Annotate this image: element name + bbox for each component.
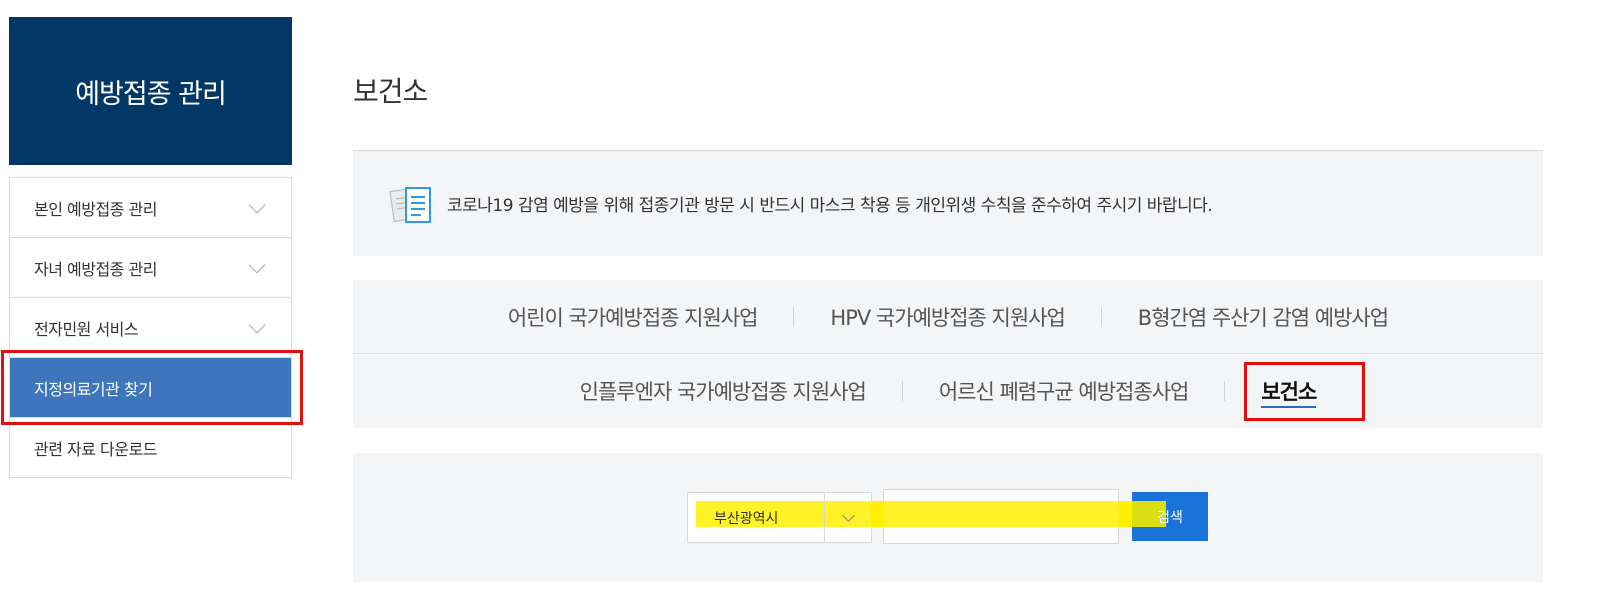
sidebar-item-downloads[interactable]: 관련 자료 다운로드 [10, 418, 291, 478]
region-select[interactable]: 부산광역시 [687, 492, 872, 543]
sidebar-item-my-vaccination[interactable]: 본인 예방접종 관리 [10, 178, 291, 238]
chevron-down-icon [841, 509, 855, 522]
notice-box: 코로나19 감염 예방을 위해 접종기관 방문 시 반드시 마스크 착용 등 개… [353, 150, 1543, 256]
sidebar-item-child-vaccination[interactable]: 자녀 예방접종 관리 [10, 238, 291, 298]
document-icon [389, 186, 431, 223]
sidebar-title: 예방접종 관리 [9, 17, 292, 165]
tab-pneumococcal[interactable]: 어르신 폐렴구균 예방접종사업 [903, 376, 1225, 406]
tab-row: 인플루엔자 국가예방접종 지원사업 어르신 폐렴구균 예방접종사업 보건소 [353, 354, 1543, 428]
page-title: 보건소 [353, 75, 428, 108]
search-input[interactable] [883, 489, 1119, 544]
sidebar-item-label: 본인 예방접종 관리 [34, 199, 157, 219]
search-button[interactable]: 검색 [1132, 492, 1208, 541]
search-area: 부산광역시 검색 [353, 453, 1543, 582]
tab-influenza[interactable]: 인플루엔자 국가예방접종 지원사업 [544, 376, 902, 406]
program-tabs: 어린이 국가예방접종 지원사업 HPV 국가예방접종 지원사업 B형간염 주산기… [353, 280, 1543, 428]
tab-child-vaccination[interactable]: 어린이 국가예방접종 지원사업 [472, 302, 794, 332]
sidebar-item-label: 자녀 예방접종 관리 [34, 259, 157, 279]
sidebar-item-e-civil-service[interactable]: 전자민원 서비스 [10, 298, 291, 358]
tab-hepatitis-b[interactable]: B형간염 주산기 감염 예방사업 [1102, 302, 1424, 332]
chevron-down-icon [248, 256, 266, 273]
tab-hpv-vaccination[interactable]: HPV 국가예방접종 지원사업 [794, 302, 1100, 332]
select-arrow[interactable] [824, 493, 871, 542]
sidebar-item-label: 관련 자료 다운로드 [34, 439, 157, 459]
notice-text: 코로나19 감염 예방을 위해 접종기관 방문 시 반드시 마스크 착용 등 개… [447, 196, 1213, 216]
tab-health-center[interactable]: 보건소 [1225, 376, 1352, 408]
search-button-label: 검색 [1157, 509, 1183, 526]
sidebar-item-label: 전자민원 서비스 [34, 319, 139, 339]
sidebar-menu: 본인 예방접종 관리 자녀 예방접종 관리 전자민원 서비스 지정의료기관 찾기… [9, 177, 292, 478]
chevron-down-icon [248, 196, 266, 213]
tab-row: 어린이 국가예방접종 지원사업 HPV 국가예방접종 지원사업 B형간염 주산기… [353, 280, 1543, 354]
sidebar-item-find-institution[interactable]: 지정의료기관 찾기 [10, 358, 291, 418]
sidebar-item-label: 지정의료기관 찾기 [34, 379, 153, 399]
chevron-down-icon [248, 316, 266, 333]
region-select-value: 부산광역시 [714, 510, 779, 527]
